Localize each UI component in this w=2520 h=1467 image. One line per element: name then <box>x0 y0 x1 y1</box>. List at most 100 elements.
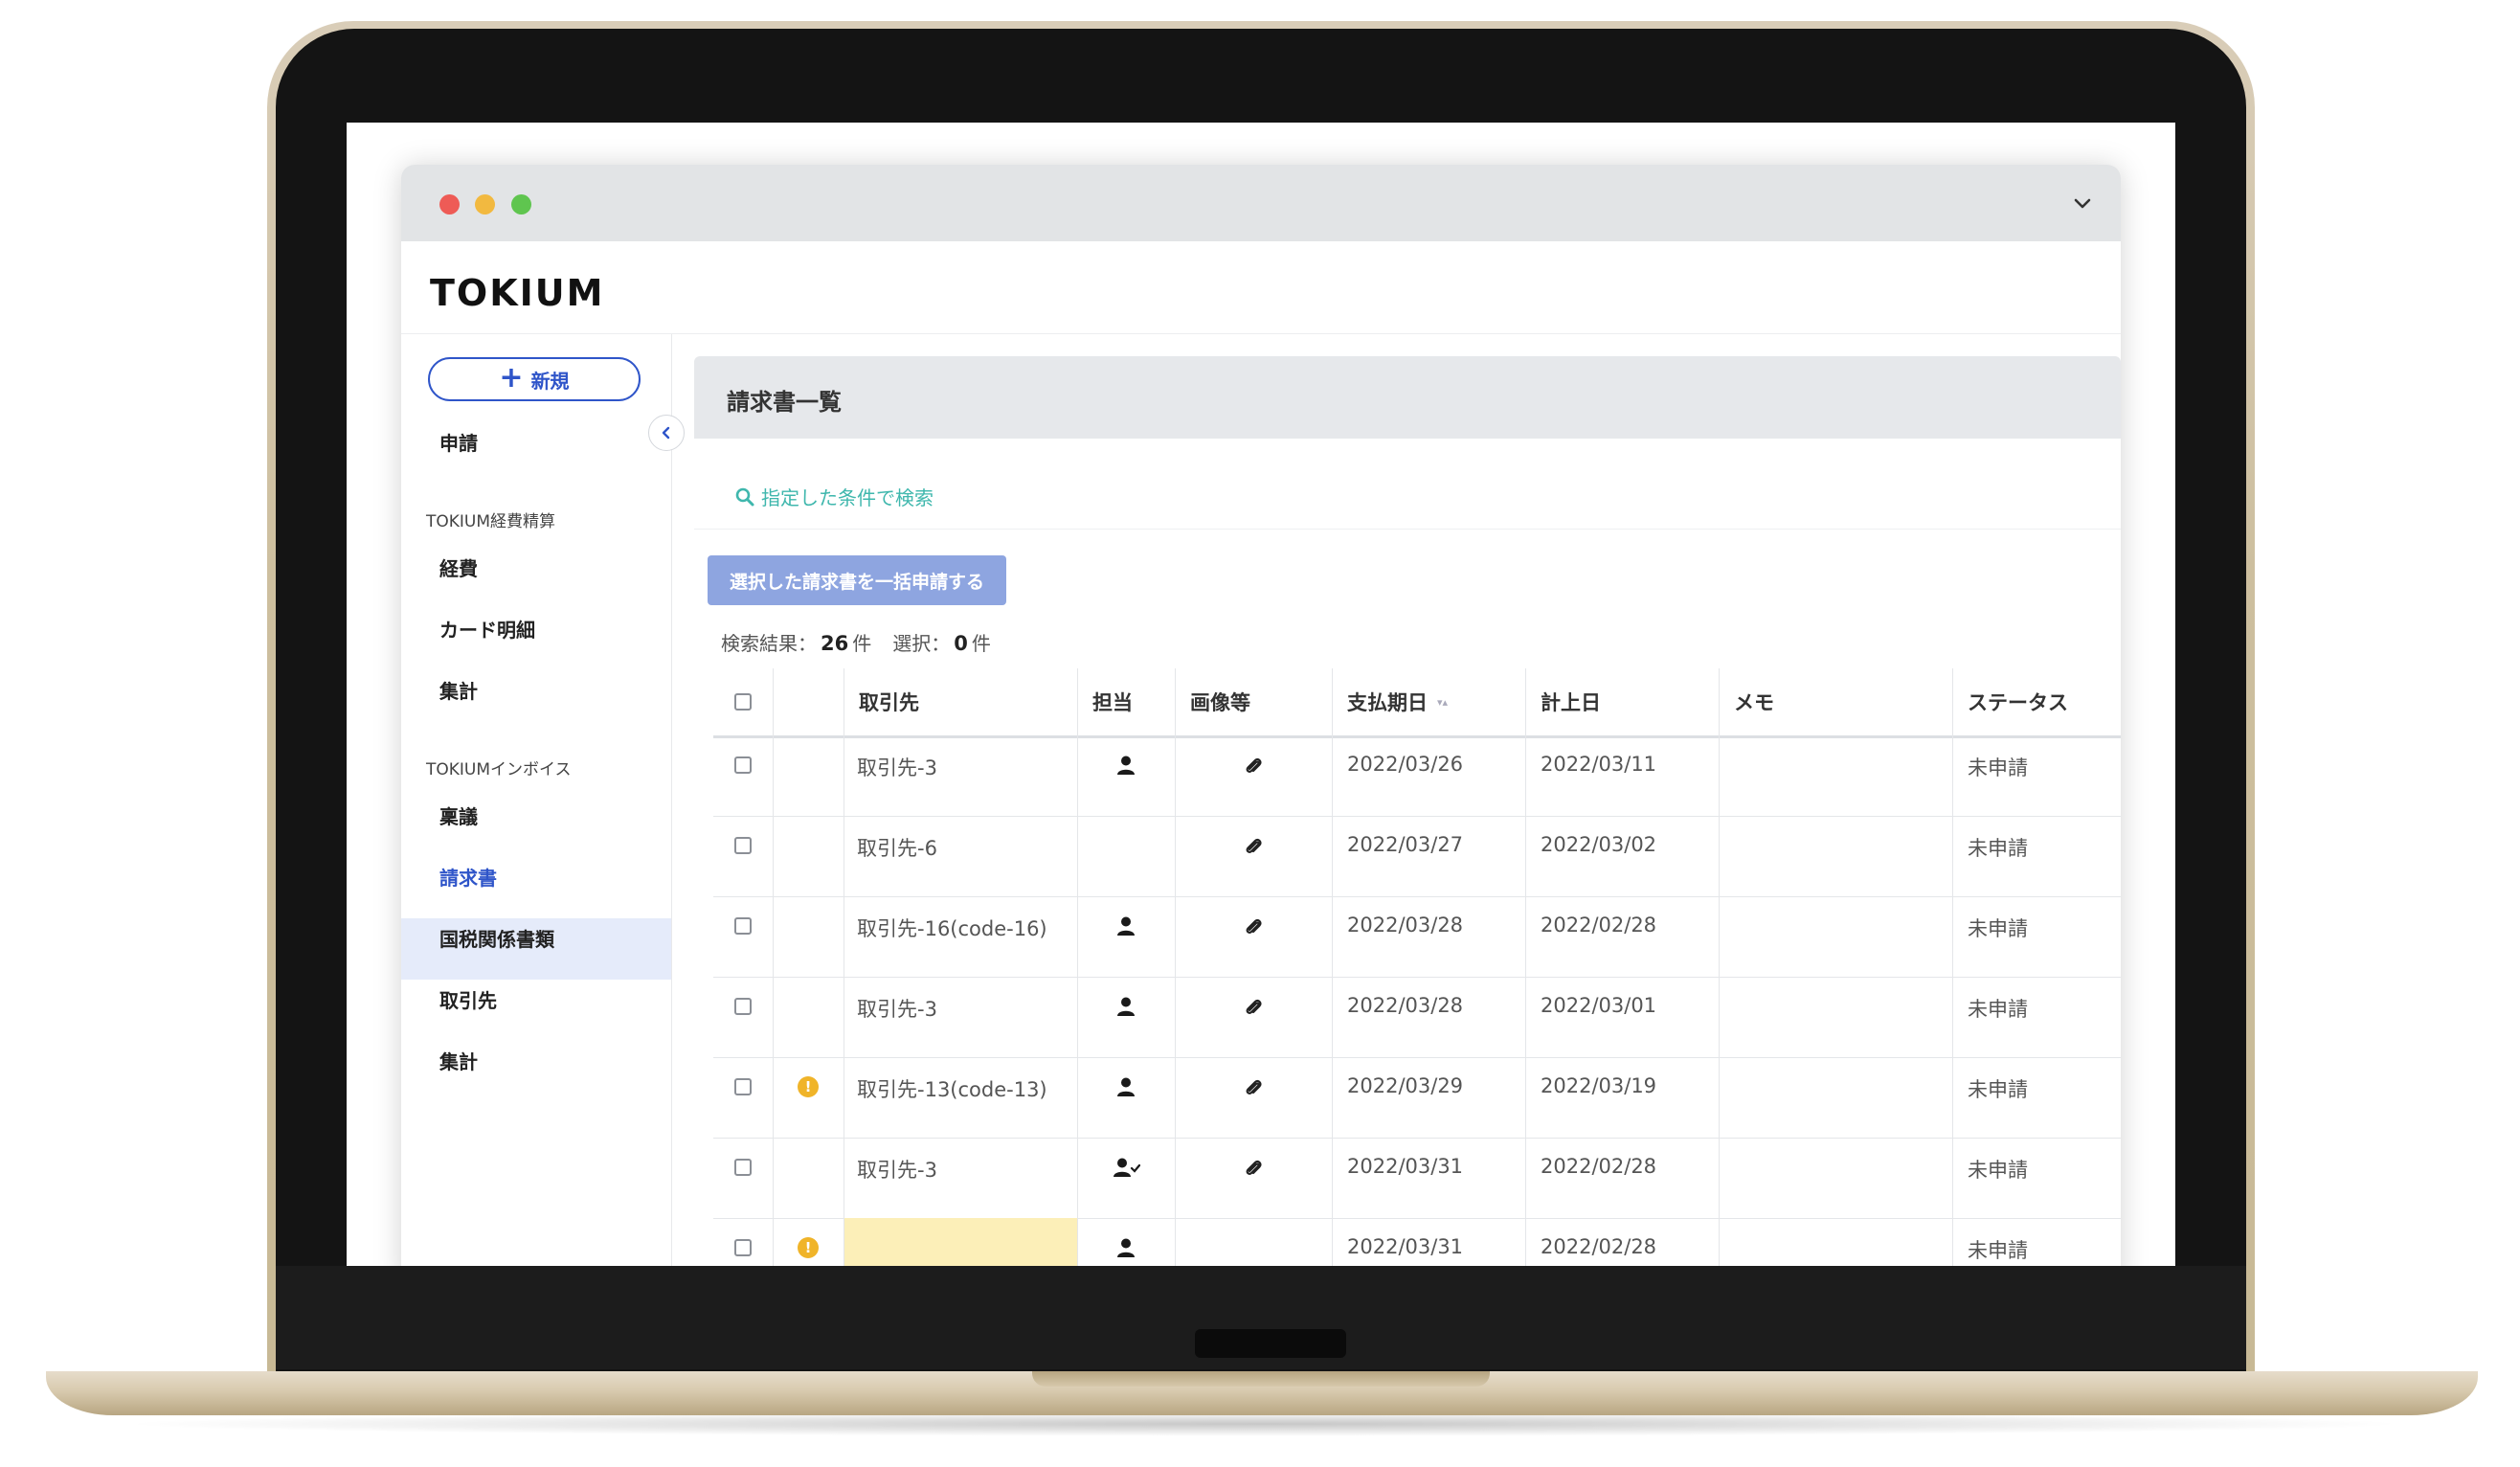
vendor-name: 取引先-3 <box>857 756 937 779</box>
missing-vendor-highlight <box>844 1218 1077 1266</box>
person-icon <box>1117 1077 1135 1096</box>
due-date-text: 2022/03/31 <box>1347 1155 1464 1178</box>
paperclip-icon <box>1246 999 1262 1014</box>
vendor-cell[interactable]: 取引先-3 <box>844 977 1077 1057</box>
vendor-cell[interactable]: 取引先-16(code-16) <box>844 896 1077 977</box>
main-content: 請求書一覧 指定した条件で検索 選択した請求書を一括申請する 検索結果： 26 … <box>694 356 2121 1266</box>
status-text: 未申請 <box>1968 1078 2028 1101</box>
sidebar-item[interactable]: 申請 <box>439 428 478 456</box>
column-header-label: メモ <box>1734 691 1774 714</box>
new-button[interactable]: + 新規 <box>428 357 641 401</box>
due-date-text: 2022/03/27 <box>1347 833 1464 856</box>
paperclip-icon <box>1246 1160 1262 1175</box>
new-button-label: 新規 <box>530 369 570 393</box>
status-text: 未申請 <box>1968 917 2028 940</box>
bulk-apply-button[interactable]: 選択した請求書を一括申請する <box>708 555 1006 605</box>
maximize-window-button[interactable] <box>511 194 531 214</box>
laptop-hinge-notch <box>1195 1329 1346 1358</box>
selected-label: 選択： <box>892 632 951 655</box>
browser-window: TOKIUM + 新規 申請 TOKIUM経費精算経費カード明細集計 TOKIUMイ… <box>401 165 2121 1266</box>
table-row[interactable]: 取引先-3 2022/03/26 2022/03/11 未申請 <box>713 735 2121 817</box>
booked-date-text: 2022/03/01 <box>1541 994 1657 1017</box>
sidebar-item[interactable]: 稟議 <box>439 801 478 829</box>
row-checkbox[interactable] <box>734 756 752 774</box>
row-checkbox[interactable] <box>734 1159 752 1176</box>
sidebar-item[interactable]: 集計 <box>439 676 478 704</box>
status-text: 未申請 <box>1968 1239 2028 1262</box>
row-checkbox[interactable] <box>734 998 752 1015</box>
header-assignee-col: 担当 <box>1077 668 1175 735</box>
person-icon <box>1117 997 1135 1016</box>
due-date-text: 2022/03/28 <box>1347 994 1464 1017</box>
header-vendor-col: 取引先 <box>844 668 1077 735</box>
results-count: 26 <box>821 632 849 655</box>
person-icon <box>1117 1238 1135 1257</box>
close-window-button[interactable] <box>439 194 460 214</box>
app-logo[interactable]: TOKIUM <box>430 272 604 314</box>
table-row[interactable]: 取引先-6 2022/03/27 2022/03/02 未申請 <box>713 816 2121 897</box>
warning-icon: ! <box>798 1237 819 1258</box>
header-due-date-col[interactable]: 支払期日 ▾▴ <box>1332 668 1525 735</box>
booked-date-text: 2022/03/02 <box>1541 833 1657 856</box>
row-checkbox[interactable] <box>734 837 752 854</box>
table-row[interactable]: 取引先-3 2022/03/28 2022/03/01 未申請 <box>713 977 2121 1058</box>
status-text: 未申請 <box>1968 756 2028 779</box>
vendor-cell[interactable]: 取引先-3 <box>844 1138 1077 1218</box>
sidebar-item[interactable]: カード明細 <box>439 615 535 643</box>
paperclip-icon <box>1246 757 1262 773</box>
status-text: 未申請 <box>1968 837 2028 860</box>
chevron-down-icon[interactable] <box>2071 192 2094 214</box>
vendor-name: 取引先-3 <box>857 1159 937 1182</box>
table-row[interactable]: 取引先-3 2022/03/31 2022/02/28 未申請 <box>713 1138 2121 1219</box>
column-header-label: 計上日 <box>1541 691 1601 714</box>
sidebar-item[interactable]: 経費 <box>439 553 478 581</box>
booked-date-text: 2022/02/28 <box>1541 1155 1657 1178</box>
row-checkbox[interactable] <box>734 1078 752 1095</box>
due-date-text: 2022/03/26 <box>1347 753 1464 776</box>
header-attachment-col: 画像等 <box>1175 668 1332 735</box>
sort-icon[interactable]: ▾▴ <box>1437 696 1448 709</box>
laptop-screen: TOKIUM + 新規 申請 TOKIUM経費精算経費カード明細集計 TOKIUMイ… <box>347 123 2175 1266</box>
column-header-label: ステータス <box>1968 691 2068 714</box>
sidebar: + 新規 申請 TOKIUM経費精算経費カード明細集計 TOKIUMインボイス稟議請… <box>401 334 672 1266</box>
laptop-base-groove <box>1032 1371 1490 1387</box>
vendor-name: 取引先-3 <box>857 998 937 1021</box>
selected-unit: 件 <box>971 632 991 655</box>
select-all-checkbox[interactable] <box>734 693 752 711</box>
sidebar-item[interactable]: 取引先 <box>439 985 497 1013</box>
table-header-row: 取引先 担当 画像等 支払期日 ▾▴ 計上日 メモ ステータス <box>713 668 2121 738</box>
search-divider <box>694 529 2121 530</box>
warning-icon: ! <box>798 1076 819 1097</box>
column-header-label: 取引先 <box>859 691 919 714</box>
header-select-all[interactable] <box>713 668 773 735</box>
vendor-cell[interactable]: 取引先-13(code-13) <box>844 1057 1077 1138</box>
search-conditions-link[interactable]: 指定した条件で検索 <box>734 483 934 510</box>
row-checkbox[interactable] <box>734 917 752 935</box>
row-checkbox[interactable] <box>734 1239 752 1256</box>
chevron-left-icon <box>662 426 670 440</box>
sidebar-group-label: TOKIUM経費精算 <box>426 511 556 531</box>
table-row[interactable]: 取引先-16(code-16) 2022/03/28 2022/02/28 未申請 <box>713 896 2121 978</box>
collapse-sidebar-button[interactable] <box>648 415 685 451</box>
due-date-text: 2022/03/29 <box>1347 1074 1464 1097</box>
booked-date-text: 2022/03/19 <box>1541 1074 1657 1097</box>
header-booked-date-col: 計上日 <box>1525 668 1719 735</box>
status-text: 未申請 <box>1968 998 2028 1021</box>
due-date-text: 2022/03/28 <box>1347 914 1464 937</box>
vendor-name: 取引先-16(code-16) <box>857 917 1047 940</box>
person-check-icon <box>1114 1158 1140 1177</box>
sidebar-item[interactable]: 集計 <box>439 1047 478 1074</box>
vendor-cell[interactable]: 取引先-3 <box>844 735 1077 816</box>
table-row[interactable]: ! 2022/03/31 2022/02/28 未申請 <box>713 1218 2121 1266</box>
table-row[interactable]: 取引先-13(code-13)! 2022/03/29 2022/03/19 未申請 <box>713 1057 2121 1139</box>
column-header-label: 画像等 <box>1190 691 1250 714</box>
minimize-window-button[interactable] <box>475 194 495 214</box>
booked-date-text: 2022/03/11 <box>1541 753 1657 776</box>
booked-date-text: 2022/02/28 <box>1541 914 1657 937</box>
selected-count: 0 <box>954 632 968 655</box>
vendor-cell[interactable] <box>844 1218 1077 1266</box>
sidebar-group-label: TOKIUMインボイス <box>426 760 572 779</box>
vendor-cell[interactable]: 取引先-6 <box>844 816 1077 896</box>
sidebar-item[interactable]: 国税関係書類 <box>439 924 554 952</box>
sidebar-item[interactable]: 請求書 <box>439 863 497 891</box>
